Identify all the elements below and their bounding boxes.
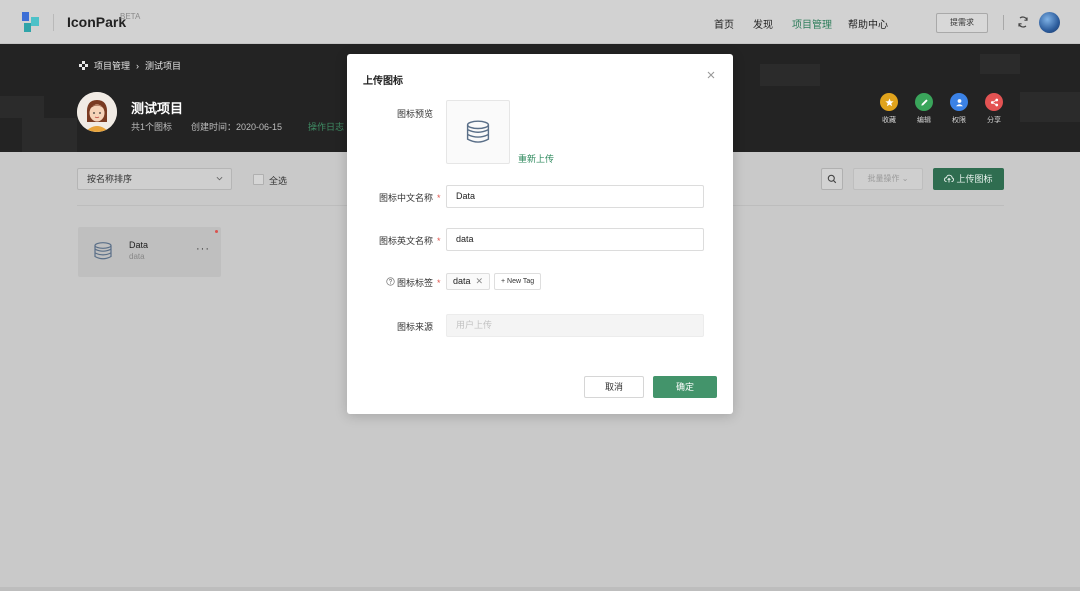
nav-home[interactable]: 首页 xyxy=(714,16,734,31)
icon-card[interactable]: Data data ··· xyxy=(78,227,221,277)
sort-select-value: 按名称排序 xyxy=(87,174,133,184)
upload-icon-button[interactable]: 上传图标 xyxy=(933,168,1004,190)
tags-label: 图标标签 * xyxy=(397,276,441,289)
sort-select[interactable]: 按名称排序 xyxy=(77,168,232,190)
breadcrumb-current: 测试项目 xyxy=(145,61,182,71)
project-title: 测试项目 xyxy=(131,101,184,116)
chevron-down-icon: ⌄ xyxy=(901,174,909,183)
logo-divider xyxy=(53,14,54,31)
source-input: 用户上传 xyxy=(446,314,704,337)
breadcrumb-root[interactable]: 项目管理 xyxy=(94,59,130,72)
share-action[interactable]: 分享 xyxy=(983,93,1005,125)
permission-action[interactable]: 权限 xyxy=(948,93,970,125)
confirm-button[interactable]: 确定 xyxy=(653,376,717,398)
nav-help-center[interactable]: 帮助中心 xyxy=(848,16,888,31)
icon-preview xyxy=(446,100,510,164)
en-name-label-text: 图标英文名称 xyxy=(379,236,434,246)
new-tag-button[interactable]: + New Tag xyxy=(494,273,542,290)
upload-icon-modal: 上传图标 图标预览 重新上传 图标中文名称 * Data 图标英文名称 * data… xyxy=(347,54,733,414)
icon-card-name: Data xyxy=(129,240,149,250)
user-avatar[interactable] xyxy=(1039,12,1060,33)
select-all-checkbox[interactable] xyxy=(253,174,264,185)
tag-label: data xyxy=(453,276,471,286)
banner-decoration xyxy=(980,54,1020,74)
icon-count: 共1个图标 xyxy=(131,122,173,132)
favorite-label: 收藏 xyxy=(882,117,896,124)
batch-operation-label: 批量操作 xyxy=(867,174,900,183)
search-icon xyxy=(827,174,837,184)
cancel-button[interactable]: 取消 xyxy=(584,376,644,398)
page-bottom-edge xyxy=(0,587,1080,591)
project-avatar xyxy=(77,92,117,132)
help-icon[interactable] xyxy=(386,277,395,286)
cn-name-label-text: 图标中文名称 xyxy=(379,193,434,203)
sync-icon[interactable] xyxy=(1016,15,1030,29)
girl-avatar-icon xyxy=(77,92,117,132)
reupload-link[interactable]: 重新上传 xyxy=(518,152,554,165)
close-icon[interactable]: ✕ xyxy=(476,274,484,289)
upload-icon-label: 上传图标 xyxy=(956,174,993,184)
created-date: 创建时间：2020-06-15 xyxy=(191,122,283,132)
database-icon xyxy=(466,120,490,143)
star-icon xyxy=(880,93,898,111)
project-icon xyxy=(79,61,88,70)
required-mark: * xyxy=(437,278,441,288)
tag-item[interactable]: data ✕ xyxy=(446,273,491,290)
breadcrumb: 项目管理 › 测试项目 xyxy=(79,59,181,72)
close-icon[interactable] xyxy=(705,69,717,81)
en-name-label: 图标英文名称 * xyxy=(379,234,441,247)
beta-badge: BETA xyxy=(120,12,141,21)
more-options-icon[interactable]: ··· xyxy=(196,243,210,255)
banner-decoration xyxy=(1020,92,1080,122)
tags-label-text: 图标标签 xyxy=(397,278,434,288)
top-navbar: IconPark BETA 首页 发现 项目管理 帮助中心 提需求 xyxy=(0,0,1080,44)
en-name-input[interactable]: data xyxy=(446,228,704,251)
logo-text[interactable]: IconPark xyxy=(67,14,126,30)
cn-name-label: 图标中文名称 * xyxy=(379,191,441,204)
operation-log-link[interactable]: 操作日志 xyxy=(308,120,344,133)
banner-decoration xyxy=(22,118,77,152)
request-button[interactable]: 提需求 xyxy=(936,13,988,33)
share-icon xyxy=(985,93,1003,111)
icon-card-subtitle: data xyxy=(129,252,145,261)
banner-decoration xyxy=(0,96,44,118)
user-icon xyxy=(950,93,968,111)
nav-project-management[interactable]: 项目管理 xyxy=(792,16,832,31)
database-icon xyxy=(94,242,112,260)
share-label: 分享 xyxy=(987,117,1001,124)
new-indicator-dot xyxy=(215,230,218,233)
preview-label: 图标预览 xyxy=(397,109,434,119)
chevron-down-icon xyxy=(216,176,223,181)
permission-label: 权限 xyxy=(952,117,966,124)
required-mark: * xyxy=(437,193,441,203)
edit-label: 编辑 xyxy=(917,117,931,124)
breadcrumb-separator: › xyxy=(136,60,140,71)
select-all-label[interactable]: 全选 xyxy=(269,174,287,187)
edit-action[interactable]: 编辑 xyxy=(913,93,935,125)
edit-icon xyxy=(915,93,933,111)
iconpark-logo-icon[interactable] xyxy=(22,12,40,32)
cn-name-input[interactable]: Data xyxy=(446,185,704,208)
search-button[interactable] xyxy=(821,168,843,190)
favorite-action[interactable]: 收藏 xyxy=(878,93,900,125)
modal-title: 上传图标 xyxy=(363,76,403,87)
batch-operation-button[interactable]: 批量操作 ⌄ xyxy=(853,168,923,190)
required-mark: * xyxy=(437,236,441,246)
cloud-upload-icon xyxy=(944,174,955,183)
banner-decoration xyxy=(760,64,820,86)
nav-discover[interactable]: 发现 xyxy=(753,16,773,31)
source-label: 图标来源 xyxy=(397,322,434,332)
nav-divider xyxy=(1003,15,1004,30)
